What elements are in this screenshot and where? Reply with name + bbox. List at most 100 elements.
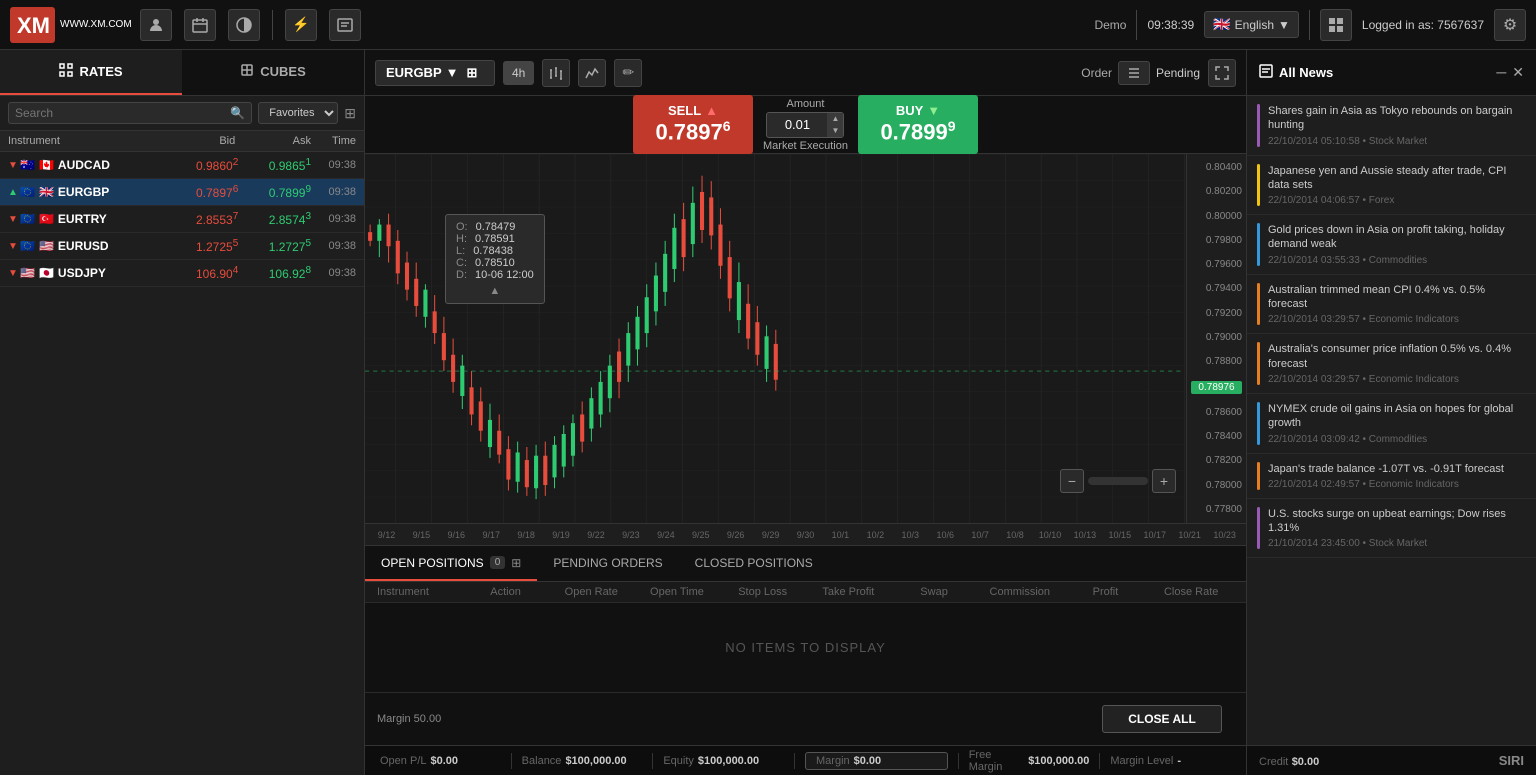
time-tick: 9/19: [544, 530, 579, 540]
top-bar: XM WWW.XM.COM ⚡ Demo 09: [0, 0, 1536, 50]
news-item[interactable]: Shares gain in Asia as Tokyo rebounds on…: [1247, 96, 1536, 156]
settings-icon[interactable]: ⚙: [1494, 9, 1526, 41]
news-item[interactable]: Japan's trade balance -1.07T vs. -0.91T …: [1247, 454, 1536, 499]
credit-value: $0.00: [1292, 756, 1320, 768]
price-tick: 0.79800: [1191, 235, 1242, 246]
time-tick: 9/22: [579, 530, 614, 540]
lightning-icon[interactable]: ⚡: [285, 9, 317, 41]
fullscreen-button[interactable]: [1208, 59, 1236, 87]
amount-input[interactable]: [767, 113, 827, 136]
zoom-slider[interactable]: [1088, 477, 1148, 485]
news-minimize-icon[interactable]: ─: [1496, 64, 1506, 81]
order-type-selector[interactable]: [1118, 61, 1150, 85]
time-tick: 10/7: [963, 530, 998, 540]
price-tick: 0.79600: [1191, 259, 1242, 270]
chart-canvas[interactable]: O: 0.78479 H: 0.78591 L: 0.78438 C: 0.78…: [365, 154, 1246, 523]
chart-bars-icon[interactable]: [542, 59, 570, 87]
close-all-button[interactable]: CLOSE ALL: [1102, 705, 1222, 733]
amount-down-button[interactable]: ▼: [827, 125, 843, 137]
flag-us: 🇺🇸: [39, 239, 54, 253]
tab-closed-positions[interactable]: CLOSED POSITIONS: [679, 546, 829, 581]
news-content: Australian trimmed mean CPI 0.4% vs. 0.5…: [1268, 283, 1526, 326]
separator: [794, 753, 795, 769]
tab-rates[interactable]: RATES: [0, 50, 182, 95]
col-instrument: Instrument: [377, 586, 463, 598]
news-item[interactable]: Australia's consumer price inflation 0.5…: [1247, 334, 1536, 394]
time-display: 09:38:39: [1147, 18, 1194, 32]
news-item[interactable]: U.S. stocks surge on upbeat earnings; Do…: [1247, 499, 1536, 559]
favorites-select[interactable]: Favorites: [258, 102, 338, 124]
time-tick: 9/23: [613, 530, 648, 540]
search-input[interactable]: [15, 106, 230, 120]
amount-up-button[interactable]: ▲: [827, 113, 843, 125]
grid-view-icon[interactable]: ⊞: [344, 105, 356, 122]
news-item[interactable]: Australian trimmed mean CPI 0.4% vs. 0.5…: [1247, 275, 1536, 335]
tooltip-h-label: H:: [456, 233, 467, 245]
time-tick: 9/17: [474, 530, 509, 540]
instrument-ask: 0.98651: [238, 157, 311, 173]
margin-info: Margin 50.00: [377, 713, 441, 725]
table-row[interactable]: ▲ 🇪🇺🇬🇧 EURGBP 0.78976 0.78999 09:38: [0, 179, 364, 206]
col-time: Time: [311, 135, 356, 147]
news-tool-icon[interactable]: [329, 9, 361, 41]
theme-icon[interactable]: [228, 9, 260, 41]
flag-ca: 🇨🇦: [39, 158, 54, 172]
tab-open-positions[interactable]: OPEN POSITIONS 0 ⊞: [365, 546, 537, 581]
news-headline: NYMEX crude oil gains in Asia on hopes f…: [1268, 402, 1526, 431]
stat-open-pl: Open P/L $0.00: [380, 755, 501, 767]
news-item[interactable]: Gold prices down in Asia on profit takin…: [1247, 215, 1536, 275]
draw-tool-icon[interactable]: ✏: [614, 59, 642, 87]
time-tick: 10/2: [858, 530, 893, 540]
tab-pending-orders[interactable]: PENDING ORDERS: [537, 546, 678, 581]
table-row[interactable]: ▼ 🇪🇺🇺🇸 EURUSD 1.27255 1.27275 09:38: [0, 233, 364, 260]
symbol-selector[interactable]: EURGBP ▼ ⊞: [375, 60, 495, 86]
chart-type-icon[interactable]: [578, 59, 606, 87]
news-close-icon[interactable]: ✕: [1512, 64, 1524, 81]
timeframe-4h[interactable]: 4h: [503, 61, 534, 85]
tooltip-l-label: L:: [456, 245, 465, 257]
buy-price: 0.78999: [880, 118, 955, 145]
time-tick: 10/17: [1137, 530, 1172, 540]
table-row[interactable]: ▼ 🇦🇺🇨🇦 AUDCAD 0.98602 0.98651 09:38: [0, 152, 364, 179]
account-icon[interactable]: [140, 9, 172, 41]
instrument-name: 🇪🇺🇹🇷 EURTRY: [20, 212, 166, 226]
table-row[interactable]: ▼ 🇺🇸🇯🇵 USDJPY 106.904 106.928 09:38: [0, 260, 364, 287]
news-meta: 22/10/2014 03:09:42 • Commodities: [1268, 434, 1526, 445]
calendar-icon[interactable]: [184, 9, 216, 41]
news-meta: 21/10/2014 23:45:00 • Stock Market: [1268, 538, 1526, 549]
col-profit: Profit: [1063, 586, 1149, 598]
zoom-out-button[interactable]: −: [1060, 469, 1084, 493]
news-headline: Japan's trade balance -1.07T vs. -0.91T …: [1268, 462, 1526, 476]
time-tick: 9/25: [683, 530, 718, 540]
left-panel: RATES CUBES 🔍 Favorites ⊞ Instrument B: [0, 50, 365, 775]
instrument-ask: 1.27275: [238, 238, 311, 254]
buy-button[interactable]: BUY ▼ 0.78999: [858, 95, 978, 153]
table-row[interactable]: ▼ 🇪🇺🇹🇷 EURTRY 2.85537 2.85743 09:38: [0, 206, 364, 233]
news-item[interactable]: Japanese yen and Aussie steady after tra…: [1247, 156, 1536, 216]
col-close-rate: Close Rate: [1148, 586, 1234, 598]
demo-badge: Demo: [1094, 18, 1126, 32]
language-selector[interactable]: 🇬🇧 English ▼: [1204, 11, 1299, 38]
instrument-bid: 0.78976: [166, 184, 239, 200]
news-list: Shares gain in Asia as Tokyo rebounds on…: [1247, 96, 1536, 745]
panel-tabs: RATES CUBES: [0, 50, 364, 96]
search-input-wrap[interactable]: 🔍: [8, 102, 252, 124]
tooltip-c-label: C:: [456, 257, 467, 269]
tab-cubes-label: CUBES: [260, 64, 306, 79]
top-bar-icons: ⚡: [140, 9, 361, 41]
tab-cubes[interactable]: CUBES: [182, 50, 364, 95]
open-positions-count: 0: [490, 556, 506, 569]
col-instrument[interactable]: Instrument: [8, 135, 160, 147]
zoom-in-button[interactable]: +: [1152, 469, 1176, 493]
chart-view-icon[interactable]: [1320, 9, 1352, 41]
arrow-down-icon: ▼: [8, 160, 20, 171]
news-color-bar: [1257, 402, 1260, 445]
open-pl-value: $0.00: [430, 755, 458, 767]
main-layout: RATES CUBES 🔍 Favorites ⊞ Instrument B: [0, 50, 1536, 775]
sell-button[interactable]: SELL ▲ 0.78976: [633, 95, 753, 153]
col-swap: Swap: [891, 586, 977, 598]
news-item[interactable]: NYMEX crude oil gains in Asia on hopes f…: [1247, 394, 1536, 454]
open-positions-label: OPEN POSITIONS: [381, 556, 484, 570]
amount-input-wrap: ▲ ▼: [766, 112, 844, 138]
col-take-profit: Take Profit: [806, 586, 892, 598]
